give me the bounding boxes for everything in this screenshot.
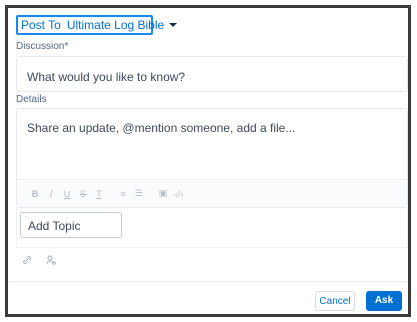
cancel-button[interactable]: Cancel [315, 291, 355, 311]
details-editor[interactable]: Share an update, @mention someone, add a… [16, 108, 408, 208]
post-to-label: Post To [21, 18, 61, 32]
strikethrough-icon[interactable]: S [75, 189, 91, 199]
ask-question-dialog: Post To Ultimate Log Bible Discussion* W… [5, 5, 411, 317]
discussion-label: Discussion* [16, 41, 69, 52]
bold-icon[interactable]: B [27, 189, 43, 199]
code-icon[interactable]: ‹/› [171, 189, 187, 199]
underline-icon[interactable]: U [59, 189, 75, 199]
italic-icon[interactable]: I [43, 189, 59, 199]
post-to-selected: Ultimate Log Bible [66, 18, 165, 32]
discussion-input[interactable]: What would you like to know? [16, 56, 408, 92]
chevron-down-icon [169, 23, 178, 27]
add-topic-input[interactable]: Add Topic [20, 212, 122, 238]
ask-button[interactable]: Ask [366, 291, 402, 311]
topic-row: Add Topic [16, 208, 408, 248]
bulleted-list-icon[interactable]: ☰ [131, 188, 147, 199]
details-label: Details [16, 94, 47, 105]
image-icon[interactable]: ▣ [155, 188, 171, 199]
mention-icon[interactable] [46, 255, 56, 268]
dialog-footer: Cancel Ask [8, 281, 408, 317]
post-to-dropdown[interactable]: Post To Ultimate Log Bible [16, 15, 178, 35]
attachment-row [22, 255, 56, 268]
numbered-list-icon[interactable]: ≡ [115, 189, 131, 199]
link-icon[interactable] [22, 255, 32, 268]
details-placeholder: Share an update, @mention someone, add a… [27, 121, 296, 135]
rich-text-toolbar: B I U S T ≡ ☰ ▣ ‹/› [17, 179, 407, 207]
clear-format-icon[interactable]: T [91, 189, 107, 199]
